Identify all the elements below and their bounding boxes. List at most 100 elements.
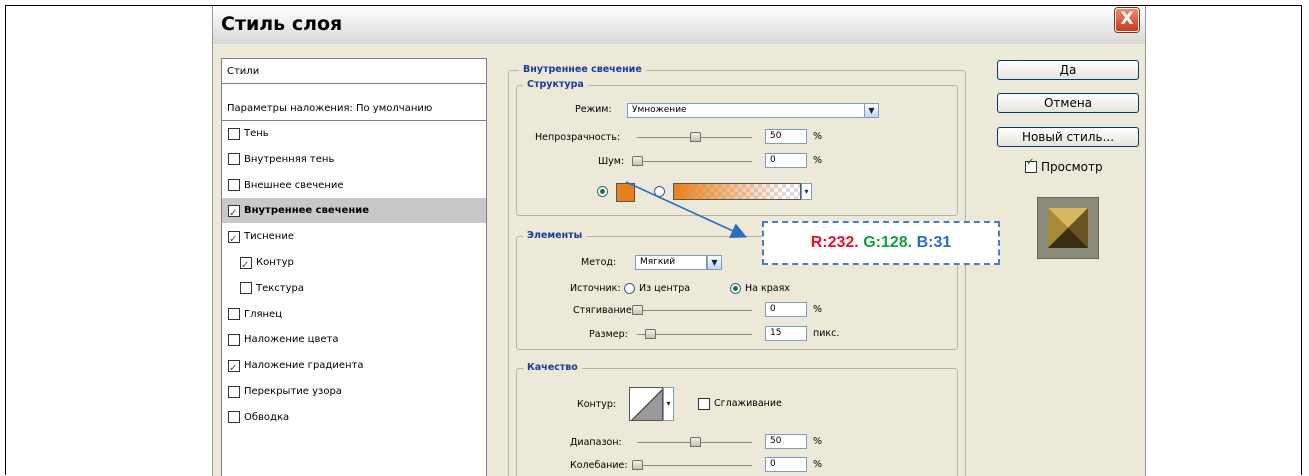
- close-icon[interactable]: X: [1115, 8, 1139, 32]
- layer-style-dialog: Стиль слоя X Стили Параметры наложения: …: [212, 6, 1146, 476]
- style-item-label: Текстура: [256, 282, 305, 294]
- range-input[interactable]: 50: [765, 434, 807, 449]
- style-item-label: Внешнее свечение: [244, 179, 344, 191]
- chevron-down-icon[interactable]: ▼: [707, 255, 722, 270]
- inner-glow-title: Внутреннее свечение: [519, 64, 646, 75]
- glow-color-swatch[interactable]: [616, 183, 635, 202]
- preview-label: Просмотр: [1041, 160, 1103, 174]
- preview-checkbox[interactable]: [1025, 157, 1037, 173]
- new-style-button[interactable]: Новый стиль...: [997, 127, 1139, 147]
- range-slider-thumb[interactable]: [689, 437, 701, 447]
- blending-options-item[interactable]: Параметры наложения: По умолчанию: [222, 96, 486, 121]
- choke-input[interactable]: 0: [765, 302, 807, 317]
- elements-title: Элементы: [523, 230, 587, 241]
- style-preview-thumbnail: [1037, 197, 1099, 259]
- mode-label: Режим:: [575, 104, 612, 115]
- solid-color-radio[interactable]: [597, 186, 608, 197]
- contour-curve-icon: [631, 389, 662, 420]
- choke-unit: %: [813, 304, 823, 315]
- style-item-checkbox[interactable]: [228, 333, 240, 346]
- styles-list: Стили Параметры наложения: По умолчанию …: [221, 58, 487, 476]
- chevron-down-icon[interactable]: ▼: [864, 103, 879, 118]
- size-label: Размер:: [589, 329, 628, 340]
- noise-unit: %: [813, 155, 823, 166]
- jitter-input[interactable]: 0: [765, 457, 807, 472]
- style-item-label: Внутреннее свечение: [244, 205, 370, 217]
- source-edges-label[interactable]: На краях: [745, 283, 790, 294]
- style-item-checkbox[interactable]: [240, 253, 252, 278]
- noise-slider-thumb[interactable]: [632, 156, 643, 166]
- noise-slider-track[interactable]: [637, 161, 752, 162]
- style-item[interactable]: Внешнее свечение: [222, 173, 486, 198]
- opacity-label: Непрозрачность:: [535, 132, 621, 143]
- style-item-checkbox[interactable]: [228, 127, 240, 140]
- opacity-input[interactable]: 50: [765, 129, 807, 144]
- contour-preview[interactable]: [629, 387, 663, 421]
- preview-bevel-icon: [1048, 208, 1088, 248]
- noise-label: Шум:: [598, 156, 625, 167]
- glow-gradient-picker[interactable]: [673, 183, 801, 200]
- style-item-label: Тиснение: [244, 231, 294, 243]
- source-label: Источник:: [570, 283, 621, 294]
- title-bar: Стиль слоя X: [213, 6, 1145, 44]
- choke-slider-thumb[interactable]: [632, 305, 643, 315]
- style-item-checkbox[interactable]: [228, 411, 240, 424]
- source-center-label[interactable]: Из центра: [639, 283, 690, 294]
- dialog-title: Стиль слоя: [221, 13, 343, 35]
- style-item-checkbox[interactable]: [228, 356, 240, 381]
- source-edges-radio[interactable]: [730, 283, 741, 294]
- style-item-checkbox[interactable]: [228, 308, 240, 321]
- style-item-label: Наложение цвета: [244, 334, 339, 346]
- size-unit: пикс.: [813, 328, 840, 339]
- style-item[interactable]: Тиснение: [222, 224, 486, 252]
- style-item[interactable]: Текстура: [222, 276, 486, 301]
- styles-header[interactable]: Стили: [222, 59, 486, 84]
- style-item-checkbox[interactable]: [228, 179, 240, 192]
- contour-label: Контур:: [577, 399, 617, 410]
- ok-button[interactable]: Да: [997, 60, 1139, 80]
- jitter-unit: %: [813, 459, 823, 470]
- style-item-checkbox[interactable]: [240, 282, 252, 295]
- choke-label: Стягивание:: [573, 305, 635, 316]
- style-item-checkbox[interactable]: [228, 153, 240, 166]
- jitter-slider-thumb[interactable]: [632, 460, 643, 470]
- opacity-slider-thumb[interactable]: [689, 132, 701, 142]
- method-select[interactable]: Мягкий: [635, 255, 707, 270]
- antialias-label[interactable]: Сглаживание: [714, 398, 782, 409]
- callout-blue-value: B:31: [916, 234, 952, 251]
- noise-input[interactable]: 0: [765, 153, 807, 168]
- size-input[interactable]: 15: [765, 326, 807, 341]
- source-center-radio[interactable]: [624, 283, 635, 294]
- style-item[interactable]: Наложение градиента: [222, 353, 486, 381]
- gradient-dropdown-icon[interactable]: ▾: [801, 183, 812, 200]
- style-item[interactable]: Контур: [222, 250, 486, 278]
- style-item[interactable]: Перекрытие узора: [222, 379, 486, 404]
- style-item[interactable]: Внутреннее свечение: [222, 198, 486, 226]
- style-item[interactable]: Внутренняя тень: [222, 147, 486, 172]
- range-label: Диапазон:: [570, 437, 622, 448]
- style-item[interactable]: Наложение цвета: [222, 327, 486, 352]
- gradient-radio[interactable]: [654, 186, 665, 197]
- style-item-checkbox[interactable]: [228, 227, 240, 252]
- callout-green-value: G:128.: [863, 234, 913, 251]
- structure-group: Структура Режим: Умножение ▼ Непрозрачно…: [516, 79, 958, 216]
- choke-slider-track[interactable]: [637, 310, 752, 311]
- structure-title: Структура: [523, 79, 588, 90]
- style-item[interactable]: Тень: [222, 121, 486, 146]
- size-slider-thumb[interactable]: [645, 329, 656, 339]
- opacity-unit: %: [813, 131, 823, 142]
- antialias-checkbox[interactable]: [698, 398, 710, 410]
- style-item-checkbox[interactable]: [228, 385, 240, 398]
- quality-title: Качество: [523, 362, 582, 373]
- style-item-label: Наложение градиента: [244, 360, 364, 372]
- contour-dropdown-icon[interactable]: ▾: [663, 387, 674, 421]
- style-item-checkbox[interactable]: [228, 201, 240, 226]
- style-item[interactable]: Глянец: [222, 302, 486, 327]
- method-label: Метод:: [581, 257, 617, 268]
- range-unit: %: [813, 436, 823, 447]
- cancel-button[interactable]: Отмена: [997, 93, 1139, 113]
- style-item[interactable]: Обводка: [222, 405, 486, 430]
- mode-select[interactable]: Умножение: [627, 103, 865, 118]
- preview-toggle[interactable]: Просмотр: [1025, 157, 1103, 174]
- style-item-label: Тень: [244, 128, 269, 139]
